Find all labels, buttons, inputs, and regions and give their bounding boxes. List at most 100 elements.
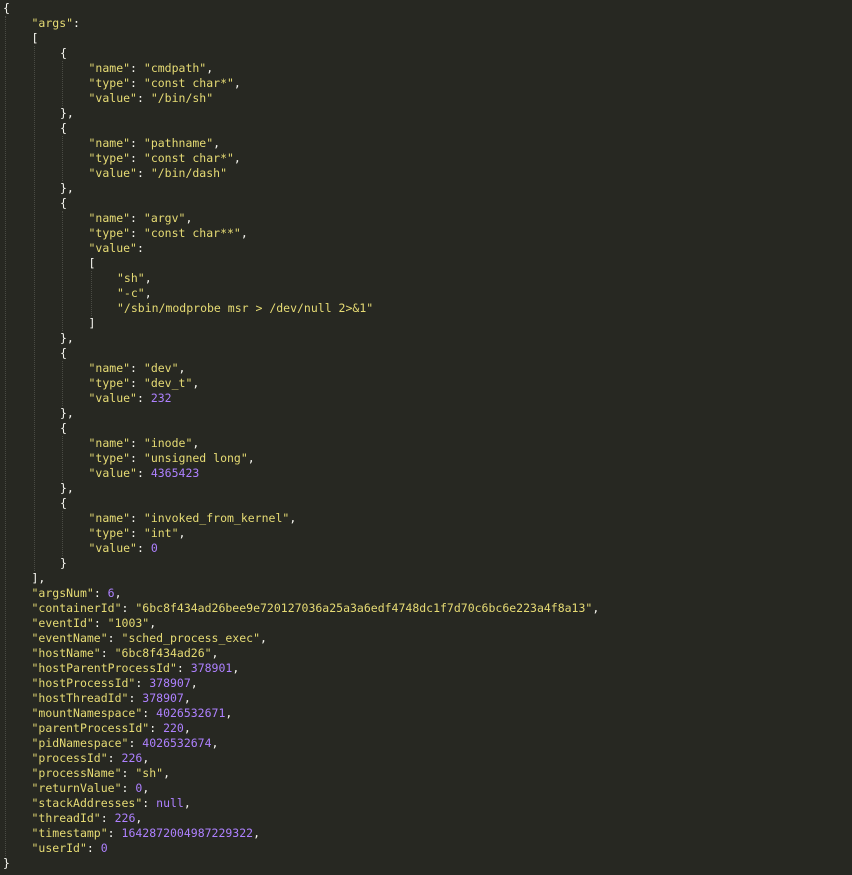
punctuation: , — [142, 781, 150, 795]
json-key: "pidNamespace" — [31, 736, 129, 750]
arg-object-close: }, — [60, 331, 74, 346]
punctuation: , — [142, 751, 150, 765]
json-key: "value" — [88, 241, 137, 255]
json-number-value: 1642872004987229322 — [121, 826, 254, 840]
code-editor[interactable]: {"args":[{"name": "cmdpath", "type": "con… — [0, 0, 852, 875]
arg-type-line: "type": "const char*", — [89, 151, 241, 166]
arg-name-line: "name": "pathname", — [89, 136, 221, 151]
value-array-item: "/sbin/modprobe msr > /dev/null 2>&1" — [117, 301, 373, 316]
json-string-value: "invoked_from_kernel" — [143, 511, 290, 525]
json-key: "timestamp" — [31, 826, 108, 840]
punctuation: , — [592, 601, 600, 615]
field-line: "parentProcessId": 220, — [32, 721, 191, 736]
json-string-value: "const char*" — [143, 76, 234, 90]
array-open-line: [ — [32, 31, 39, 46]
punctuation: : — [100, 811, 115, 825]
punctuation: } — [60, 556, 67, 570]
json-key: "mountNamespace" — [31, 706, 143, 720]
json-key: "hostName" — [31, 646, 101, 660]
json-key: "type" — [88, 451, 131, 465]
punctuation: : — [136, 541, 151, 555]
punctuation: }, — [60, 181, 74, 195]
punctuation: [ — [88, 256, 96, 270]
json-string-value: "argv" — [143, 211, 186, 225]
indent-guide — [62, 61, 63, 106]
field-line: "processId": 226, — [32, 751, 150, 766]
punctuation: , — [178, 526, 186, 540]
arg-name-line: "name": "cmdpath", — [89, 61, 214, 76]
punctuation: { — [60, 421, 67, 435]
json-string-value: "/sbin/modprobe msr > /dev/null 2>&1" — [117, 301, 374, 315]
punctuation: : — [130, 526, 144, 540]
json-key: "processId" — [31, 751, 108, 765]
json-string-value: "inode" — [143, 436, 193, 450]
field-line: "returnValue": 0, — [32, 781, 150, 796]
punctuation: , — [213, 136, 221, 150]
punctuation: , — [144, 286, 152, 300]
punctuation: : — [135, 676, 150, 690]
arg-value-line: "value": 0 — [89, 541, 158, 556]
json-key: "argsNum" — [31, 586, 94, 600]
punctuation: { — [3, 1, 10, 15]
punctuation: , — [211, 646, 219, 660]
arg-type-line: "type": "unsigned long", — [89, 451, 255, 466]
arg-object-close: }, — [60, 106, 74, 121]
punctuation: : — [93, 586, 108, 600]
arg-value-line: "value": 4365423 — [89, 466, 200, 481]
punctuation: : — [142, 706, 157, 720]
value-array-open: [ — [89, 256, 96, 271]
field-line: "pidNamespace": 4026532674, — [32, 736, 219, 751]
indent-guide — [62, 511, 63, 556]
punctuation: : — [136, 91, 151, 105]
json-string-value: "const char**" — [143, 226, 241, 240]
punctuation: { — [60, 46, 67, 60]
punctuation: : — [121, 766, 136, 780]
json-string-value: "pathname" — [143, 136, 214, 150]
punctuation: { — [60, 121, 67, 135]
field-line: "stackAddresses": null, — [32, 796, 191, 811]
json-key: "args" — [31, 16, 74, 30]
punctuation: { — [60, 346, 67, 360]
punctuation: : — [130, 76, 144, 90]
indent-guide — [5, 16, 6, 856]
args-key-line: "args": — [32, 16, 80, 31]
punctuation: ] — [88, 316, 96, 330]
arg-name-line: "name": "argv", — [89, 211, 193, 226]
punctuation: : — [121, 781, 136, 795]
punctuation: , — [190, 676, 198, 690]
json-string-value: "sched_process_exec" — [121, 631, 261, 645]
arg-object-close: }, — [60, 481, 74, 496]
indent-guide — [62, 136, 63, 181]
arg-object-open: { — [60, 421, 67, 436]
json-key: "type" — [88, 526, 131, 540]
json-string-value: "unsigned long" — [143, 451, 248, 465]
punctuation: }, — [60, 331, 74, 345]
json-number-value: 220 — [163, 721, 184, 735]
punctuation: : — [130, 136, 144, 150]
punctuation: : — [73, 16, 80, 30]
punctuation: }, — [60, 406, 74, 420]
punctuation: { — [60, 496, 67, 510]
punctuation: , — [114, 586, 122, 600]
indent-guide — [62, 436, 63, 481]
field-line: "argsNum": 6, — [32, 586, 122, 601]
arg-value-line: "value": 232 — [89, 391, 172, 406]
punctuation: , — [135, 811, 143, 825]
punctuation: : — [130, 211, 144, 225]
arg-object-open: { — [60, 121, 67, 136]
json-key: "type" — [88, 376, 131, 390]
field-line: "hostProcessId": 378907, — [32, 676, 198, 691]
punctuation: , — [163, 766, 171, 780]
indent-guide — [33, 46, 35, 571]
punctuation: : — [136, 466, 151, 480]
punctuation: } — [3, 856, 10, 870]
arg-object-open: { — [60, 46, 67, 61]
json-key: "eventId" — [31, 616, 94, 630]
punctuation: [ — [31, 31, 39, 45]
punctuation: : — [107, 631, 122, 645]
arg-name-line: "name": "invoked_from_kernel", — [89, 511, 297, 526]
punctuation: , — [260, 631, 267, 645]
json-key: "containerId" — [31, 601, 122, 615]
indent-guide — [62, 361, 63, 406]
arg-object-open: { — [60, 346, 67, 361]
